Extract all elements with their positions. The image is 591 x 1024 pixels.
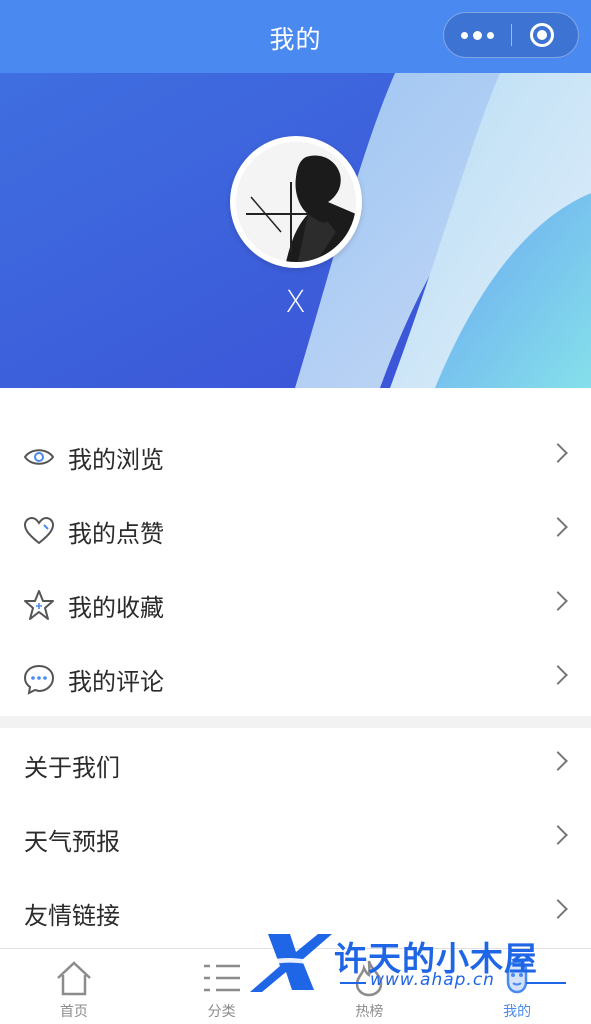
heart-icon [22,514,56,548]
tab-label: 首页 [59,1004,88,1020]
menu-item-label: 天气预报 [24,827,120,856]
chevron-right-icon [548,517,568,537]
primary-menu: 我的浏览 我的点赞 我的收藏 我的评论 [0,420,591,716]
user-icon [495,957,539,999]
chevron-right-icon [548,825,568,845]
menu-item-likes[interactable]: 我的点赞 [0,494,591,568]
list-icon [200,957,244,999]
chevron-right-icon [548,665,568,685]
capsule-divider [511,24,512,46]
top-navbar: 我的 [0,0,591,73]
menu-item-favorites[interactable]: 我的收藏 [0,568,591,642]
avatar[interactable] [230,136,362,268]
mini-program-capsule [443,12,579,58]
menu-item-browse[interactable]: 我的浏览 [0,420,591,494]
comment-icon [22,662,56,696]
tab-mine[interactable]: 我的 [443,949,591,1024]
username: X [285,285,306,320]
bottom-tabbar: 首页 分类 热榜 我的 [0,948,591,1024]
menu-item-label: 我的评论 [68,667,164,696]
menu-item-weather[interactable]: 天气预报 [0,802,591,876]
menu-item-about-us[interactable]: 关于我们 [0,728,591,802]
tab-category[interactable]: 分类 [148,949,296,1024]
chevron-right-icon [548,591,568,611]
menu-item-label: 友情链接 [24,901,120,930]
secondary-menu: 关于我们 天气预报 友情链接 [0,728,591,950]
eye-icon [22,440,56,474]
more-dots-icon[interactable] [444,13,511,57]
star-icon [22,588,56,622]
tab-label: 我的 [503,1004,532,1020]
avatar-image [236,142,356,262]
tab-home[interactable]: 首页 [0,949,148,1024]
chevron-right-icon [548,443,568,463]
tab-label: 分类 [207,1004,236,1020]
menu-item-label: 关于我们 [24,753,120,782]
tab-label: 热榜 [355,1004,384,1020]
flame-icon [347,957,391,999]
menu-item-friend-links[interactable]: 友情链接 [0,876,591,950]
chevron-right-icon [548,899,568,919]
target-circle-icon[interactable] [530,23,554,47]
menu-item-label: 我的收藏 [68,593,164,622]
profile-banner: X [0,73,591,388]
menu-item-label: 我的点赞 [68,519,164,548]
menu-item-comments[interactable]: 我的评论 [0,642,591,716]
chevron-right-icon [548,751,568,771]
section-divider [0,716,591,728]
tab-hot[interactable]: 热榜 [296,949,444,1024]
menu-item-label: 我的浏览 [68,445,164,474]
home-icon [52,957,96,999]
